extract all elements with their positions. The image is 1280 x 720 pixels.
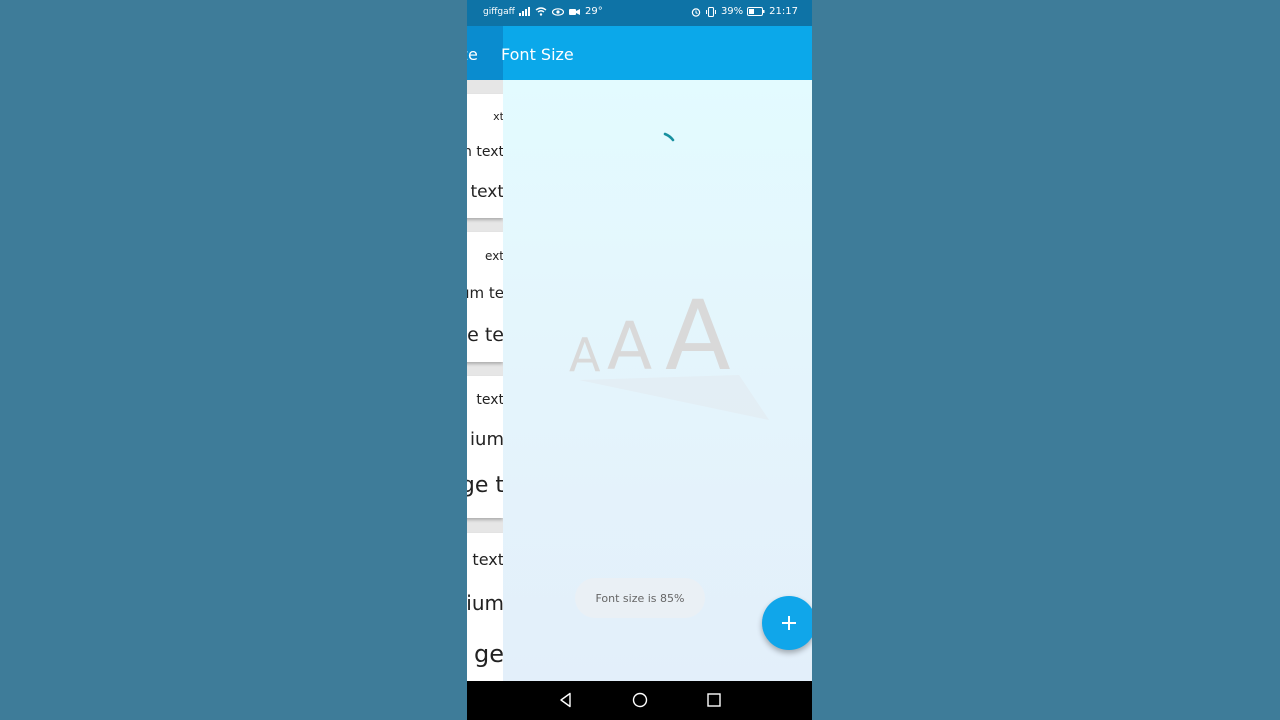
video-icon bbox=[569, 8, 580, 15]
previous-page-panel: Size xt m text e text ext um te e te tex… bbox=[467, 26, 503, 681]
sample-card: text ium ge t bbox=[467, 376, 503, 518]
status-left-icons: 29° bbox=[519, 6, 603, 17]
logo-letter-small: A bbox=[569, 328, 601, 382]
previous-app-bar: Size bbox=[467, 26, 503, 80]
phone-screen: giffgaff 29° 39% 21:17 Size xt m text e … bbox=[467, 0, 812, 720]
medium-text: um te bbox=[467, 284, 503, 302]
app-bar: Font Size bbox=[501, 26, 812, 80]
sample-card: text ium ge bbox=[467, 533, 503, 681]
small-text: text bbox=[476, 392, 503, 408]
system-nav-bar bbox=[467, 681, 812, 720]
small-text: ext bbox=[485, 249, 503, 263]
previous-title: Size bbox=[467, 45, 478, 64]
medium-text: m text bbox=[467, 144, 503, 160]
signal-icon bbox=[519, 7, 530, 16]
medium-text: ium bbox=[470, 429, 503, 450]
carrier-label: giffgaff bbox=[483, 7, 515, 17]
small-text: xt bbox=[493, 110, 503, 123]
recents-icon[interactable] bbox=[706, 692, 722, 708]
clock: 21:17 bbox=[769, 6, 798, 17]
large-text: e te bbox=[467, 324, 503, 346]
logo-letter-medium: A bbox=[607, 308, 653, 385]
status-right-icons: 39% 21:17 bbox=[691, 6, 798, 17]
alarm-icon bbox=[691, 7, 701, 17]
medium-text: ium bbox=[467, 591, 503, 615]
battery-icon bbox=[747, 7, 765, 16]
splash-content: A A A Font size is 85% bbox=[503, 80, 812, 681]
eye-icon bbox=[552, 7, 564, 16]
plus-icon bbox=[782, 616, 796, 630]
battery-percent: 39% bbox=[720, 6, 744, 17]
home-icon[interactable] bbox=[632, 692, 648, 708]
page-title: Font Size bbox=[501, 45, 574, 64]
logo-letter-large: A bbox=[665, 280, 731, 392]
large-text: e text bbox=[467, 182, 503, 202]
loading-spinner-icon bbox=[663, 132, 675, 142]
small-text: text bbox=[472, 550, 503, 569]
back-icon[interactable] bbox=[558, 692, 574, 708]
large-text: ge bbox=[474, 640, 503, 668]
sample-card: xt m text e text bbox=[467, 94, 503, 218]
add-button[interactable] bbox=[762, 596, 812, 650]
large-text: ge t bbox=[467, 473, 503, 498]
wifi-icon bbox=[535, 7, 547, 16]
sample-card: ext um te e te bbox=[467, 232, 503, 362]
toast-message: Font size is 85% bbox=[575, 578, 705, 618]
temperature-label: 29° bbox=[585, 6, 603, 17]
vibrate-icon bbox=[705, 6, 716, 17]
toast-text: Font size is 85% bbox=[595, 591, 685, 605]
status-bar: giffgaff 29° 39% 21:17 bbox=[467, 0, 812, 26]
font-size-logo: A A A bbox=[569, 280, 809, 440]
